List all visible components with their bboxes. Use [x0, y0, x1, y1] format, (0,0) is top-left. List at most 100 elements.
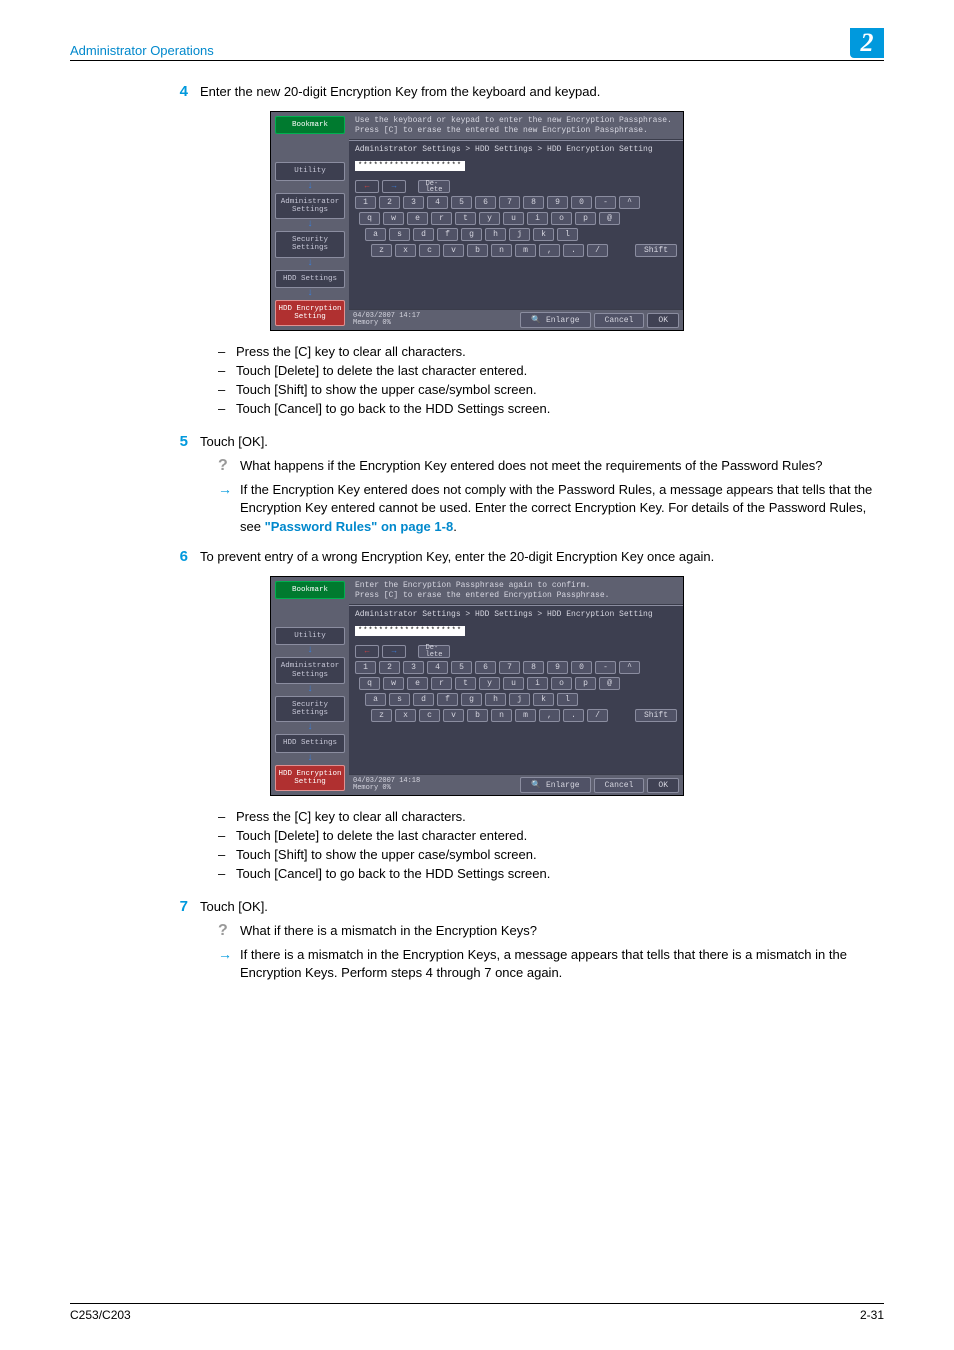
hdd-settings-button[interactable]: HDD Settings — [275, 734, 345, 752]
keyboard-key[interactable]: v — [443, 244, 464, 257]
ok-button[interactable]: OK — [647, 313, 679, 328]
keyboard-key[interactable]: b — [467, 709, 488, 722]
keyboard-key[interactable]: y — [479, 677, 500, 690]
keyboard-key[interactable]: 4 — [427, 661, 448, 674]
cancel-button[interactable]: Cancel — [594, 313, 645, 328]
keyboard-key[interactable]: k — [533, 693, 554, 706]
admin-settings-button[interactable]: Administrator Settings — [275, 193, 345, 220]
keyboard-key[interactable]: z — [371, 709, 392, 722]
utility-button[interactable]: Utility — [275, 162, 345, 180]
keyboard-key[interactable]: p — [575, 212, 596, 225]
keyboard-key[interactable]: c — [419, 244, 440, 257]
keyboard-key[interactable]: 7 — [499, 661, 520, 674]
cancel-button[interactable]: Cancel — [594, 778, 645, 793]
keyboard-key[interactable]: , — [539, 244, 560, 257]
keyboard-key[interactable]: h — [485, 693, 506, 706]
keyboard-key[interactable]: i — [527, 677, 548, 690]
hdd-encryption-button[interactable]: HDD Encryption Setting — [275, 765, 345, 792]
keyboard-key[interactable]: l — [557, 693, 578, 706]
keyboard-key[interactable]: x — [395, 709, 416, 722]
keyboard-key[interactable]: d — [413, 228, 434, 241]
keyboard-key[interactable]: / — [587, 709, 608, 722]
keyboard-key[interactable]: r — [431, 677, 452, 690]
keyboard-key[interactable]: d — [413, 693, 434, 706]
passphrase-input[interactable]: ******************** — [355, 161, 465, 171]
keyboard-key[interactable]: m — [515, 244, 536, 257]
keyboard-key[interactable]: 1 — [355, 661, 376, 674]
shift-key[interactable]: Shift — [635, 709, 677, 722]
keyboard-key[interactable]: ^ — [619, 196, 640, 209]
keyboard-key[interactable]: u — [503, 677, 524, 690]
keyboard-key[interactable]: 8 — [523, 661, 544, 674]
left-arrow-key[interactable]: ← — [355, 645, 379, 658]
keyboard-key[interactable]: h — [485, 228, 506, 241]
keyboard-key[interactable]: . — [563, 244, 584, 257]
keyboard-key[interactable]: o — [551, 212, 572, 225]
keyboard-key[interactable]: l — [557, 228, 578, 241]
keyboard-key[interactable]: 0 — [571, 661, 592, 674]
keyboard-key[interactable]: - — [595, 196, 616, 209]
enlarge-button[interactable]: 🔍 Enlarge — [520, 777, 590, 793]
keyboard-key[interactable]: - — [595, 661, 616, 674]
keyboard-key[interactable]: t — [455, 677, 476, 690]
password-rules-link[interactable]: "Password Rules" on page 1-8 — [265, 519, 454, 534]
keyboard-key[interactable]: 8 — [523, 196, 544, 209]
keyboard-key[interactable]: 6 — [475, 661, 496, 674]
keyboard-key[interactable]: u — [503, 212, 524, 225]
left-arrow-key[interactable]: ← — [355, 180, 379, 193]
keyboard-key[interactable]: n — [491, 244, 512, 257]
hdd-settings-button[interactable]: HDD Settings — [275, 270, 345, 288]
keyboard-key[interactable]: 9 — [547, 661, 568, 674]
keyboard-key[interactable]: 3 — [403, 661, 424, 674]
keyboard-key[interactable]: 7 — [499, 196, 520, 209]
right-arrow-key[interactable]: → — [382, 180, 406, 193]
keyboard-key[interactable]: p — [575, 677, 596, 690]
keyboard-key[interactable]: 4 — [427, 196, 448, 209]
keyboard-key[interactable]: 1 — [355, 196, 376, 209]
bookmark-button[interactable]: Bookmark — [275, 116, 345, 134]
shift-key[interactable]: Shift — [635, 244, 677, 257]
keyboard-key[interactable]: o — [551, 677, 572, 690]
keyboard-key[interactable]: s — [389, 228, 410, 241]
security-settings-button[interactable]: Security Settings — [275, 696, 345, 723]
keyboard-key[interactable]: a — [365, 693, 386, 706]
keyboard-key[interactable]: 9 — [547, 196, 568, 209]
keyboard-key[interactable]: z — [371, 244, 392, 257]
keyboard-key[interactable]: 3 — [403, 196, 424, 209]
passphrase-input[interactable]: ******************** — [355, 626, 465, 636]
keyboard-key[interactable]: c — [419, 709, 440, 722]
ok-button[interactable]: OK — [647, 778, 679, 793]
keyboard-key[interactable]: t — [455, 212, 476, 225]
bookmark-button[interactable]: Bookmark — [275, 581, 345, 599]
keyboard-key[interactable]: i — [527, 212, 548, 225]
keyboard-key[interactable]: 2 — [379, 661, 400, 674]
keyboard-key[interactable]: e — [407, 212, 428, 225]
keyboard-key[interactable]: @ — [599, 677, 620, 690]
utility-button[interactable]: Utility — [275, 627, 345, 645]
keyboard-key[interactable]: v — [443, 709, 464, 722]
keyboard-key[interactable]: a — [365, 228, 386, 241]
keyboard-key[interactable]: x — [395, 244, 416, 257]
keyboard-key[interactable]: s — [389, 693, 410, 706]
keyboard-key[interactable]: 2 — [379, 196, 400, 209]
admin-settings-button[interactable]: Administrator Settings — [275, 657, 345, 684]
keyboard-key[interactable]: y — [479, 212, 500, 225]
keyboard-key[interactable]: m — [515, 709, 536, 722]
enlarge-button[interactable]: 🔍 Enlarge — [520, 312, 590, 328]
keyboard-key[interactable]: , — [539, 709, 560, 722]
security-settings-button[interactable]: Security Settings — [275, 231, 345, 258]
keyboard-key[interactable]: f — [437, 228, 458, 241]
keyboard-key[interactable]: g — [461, 228, 482, 241]
keyboard-key[interactable]: 5 — [451, 196, 472, 209]
keyboard-key[interactable]: . — [563, 709, 584, 722]
keyboard-key[interactable]: q — [359, 677, 380, 690]
keyboard-key[interactable]: g — [461, 693, 482, 706]
keyboard-key[interactable]: w — [383, 677, 404, 690]
keyboard-key[interactable]: k — [533, 228, 554, 241]
keyboard-key[interactable]: @ — [599, 212, 620, 225]
keyboard-key[interactable]: b — [467, 244, 488, 257]
delete-key[interactable]: De- lete — [418, 180, 450, 193]
delete-key[interactable]: De- lete — [418, 645, 450, 658]
keyboard-key[interactable]: w — [383, 212, 404, 225]
keyboard-key[interactable]: 0 — [571, 196, 592, 209]
